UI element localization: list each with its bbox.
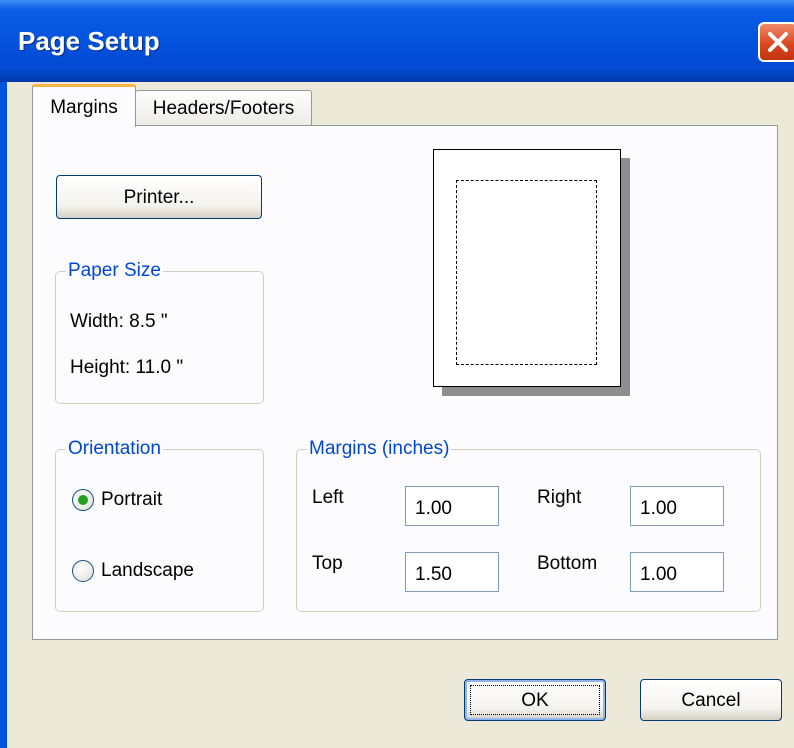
landscape-radio[interactable] bbox=[72, 560, 94, 582]
radio-selected-dot bbox=[78, 495, 88, 505]
bottom-margin-input[interactable]: 1.00 bbox=[630, 552, 724, 592]
tab-headers-footers[interactable]: Headers/Footers bbox=[135, 90, 312, 126]
cancel-button[interactable]: Cancel bbox=[640, 679, 782, 721]
close-button[interactable] bbox=[758, 22, 794, 62]
page-setup-dialog: Page Setup Margins Headers/Footers Print… bbox=[0, 0, 794, 748]
top-margin-input[interactable]: 1.50 bbox=[405, 552, 499, 592]
focus-rectangle bbox=[470, 685, 600, 715]
tab-margins[interactable]: Margins bbox=[32, 84, 136, 127]
window-title: Page Setup bbox=[18, 26, 160, 56]
window-border bbox=[0, 82, 7, 748]
printer-button[interactable]: Printer... bbox=[56, 175, 262, 219]
left-margin-input[interactable]: 1.00 bbox=[405, 486, 499, 526]
portrait-radio[interactable] bbox=[72, 489, 94, 511]
right-margin-input[interactable]: 1.00 bbox=[630, 486, 724, 526]
ok-button[interactable]: OK bbox=[464, 679, 606, 721]
close-x-icon bbox=[768, 32, 788, 52]
title-bar[interactable]: Page Setup bbox=[0, 0, 794, 82]
